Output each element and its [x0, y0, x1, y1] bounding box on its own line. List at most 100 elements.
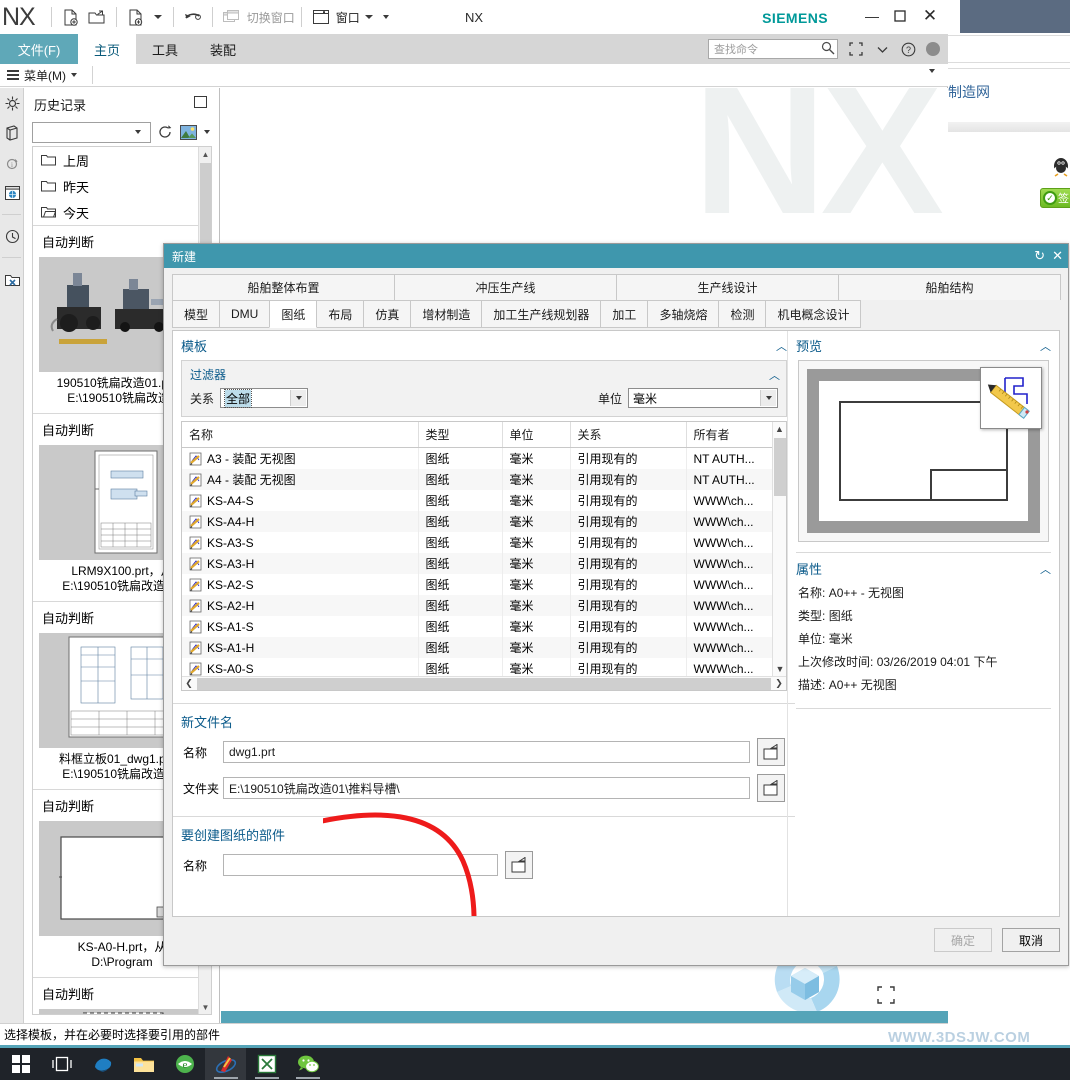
close-icon[interactable]: ✕ [1052, 248, 1063, 264]
tab-inspection[interactable]: 检测 [718, 300, 767, 328]
tab-production-line-design[interactable]: 生产线设计 [616, 274, 839, 300]
scroll-thumb[interactable] [200, 163, 211, 248]
part-navigator-icon[interactable] [0, 118, 24, 148]
col-unit[interactable]: 单位 [502, 422, 571, 448]
tab-stamping-line[interactable]: 冲压生产线 [394, 274, 617, 300]
chevron-down-icon[interactable] [290, 390, 307, 406]
ribbon-collapse-icon[interactable] [929, 69, 935, 73]
history-folder-yesterday[interactable]: 昨天 [33, 173, 211, 199]
new-file-icon[interactable] [59, 5, 83, 29]
edge-browser-icon[interactable] [82, 1048, 123, 1080]
table-row[interactable]: KS-A0-S 图纸 毫米 引用现有的 WWW\ch... [182, 658, 772, 676]
thumbnail-view-icon[interactable] [178, 121, 199, 143]
table-row[interactable]: KS-A4-S 图纸 毫米 引用现有的 WWW\ch... [182, 490, 772, 511]
scroll-down-icon[interactable]: ▼ [199, 1000, 211, 1014]
ok-button[interactable]: 确定 [934, 928, 992, 952]
close-button[interactable]: ✕ [916, 4, 944, 28]
col-relation[interactable]: 关系 [570, 422, 687, 448]
tab-ship-layout[interactable]: 船舶整体布置 [172, 274, 395, 300]
tab-mechatronics-concept-designer[interactable]: 机电概念设计 [765, 300, 862, 328]
table-row[interactable]: KS-A3-S 图纸 毫米 引用现有的 WWW\ch... [182, 532, 772, 553]
history-folder-today[interactable]: 今天 [33, 199, 211, 225]
part-to-create-header[interactable]: 要创建图纸的部件 [173, 817, 795, 847]
chevron-up-icon[interactable]: ︿ [1040, 338, 1051, 354]
file-explorer-icon[interactable] [123, 1048, 164, 1080]
menu-label[interactable]: 菜单(M) [24, 67, 66, 84]
hamburger-menu-icon[interactable] [7, 68, 19, 83]
task-view-icon[interactable] [41, 1048, 82, 1080]
tab-drawing[interactable]: 图纸 [269, 300, 318, 328]
browse-folder-icon[interactable] [757, 774, 785, 802]
tab-home[interactable]: 主页 [78, 34, 137, 64]
properties-section-header[interactable]: 属性 ︿ [788, 553, 1059, 581]
search-input[interactable]: 查找命令 [708, 39, 838, 59]
scroll-thumb-horizontal[interactable] [197, 677, 771, 690]
scroll-up-icon[interactable]: ▲ [773, 422, 786, 436]
tab-line-designer[interactable]: 加工生产线规划器 [481, 300, 602, 328]
scroll-right-icon[interactable]: ❯ [772, 677, 786, 691]
chevron-down-icon[interactable] [760, 390, 776, 406]
file-name-input[interactable]: dwg1.prt [223, 741, 750, 763]
scroll-down-icon[interactable]: ▼ [773, 662, 787, 676]
filter-header[interactable]: 过滤器 ︿ [182, 363, 786, 385]
tab-layout[interactable]: 布局 [316, 300, 365, 328]
relation-select[interactable]: 全部 [220, 388, 309, 408]
tab-dmu[interactable]: DMU [219, 300, 271, 328]
table-row[interactable]: KS-A2-S 图纸 毫米 引用现有的 WWW\ch... [182, 574, 772, 595]
template-section-header[interactable]: 模板 ︿ [173, 331, 795, 358]
quick-access-overflow-icon[interactable] [382, 15, 389, 19]
scroll-up-icon[interactable]: ▲ [199, 147, 211, 161]
scroll-left-icon[interactable]: ❮ [182, 677, 196, 691]
menu-dropdown-icon[interactable] [71, 73, 77, 77]
windows-start-icon[interactable] [0, 1048, 41, 1080]
new-file-name-header[interactable]: 新文件名 [173, 704, 795, 734]
table-row[interactable]: KS-A1-H 图纸 毫米 引用现有的 WWW\ch... [182, 637, 772, 658]
tab-additive-manufacturing[interactable]: 增材制造 [410, 300, 483, 328]
table-row[interactable]: KS-A2-H 图纸 毫米 引用现有的 WWW\ch... [182, 595, 772, 616]
tab-model[interactable]: 模型 [172, 300, 221, 328]
history-filter-combo[interactable] [32, 121, 152, 143]
nx-app-icon[interactable] [205, 1048, 246, 1080]
col-type[interactable]: 类型 [418, 422, 503, 448]
role-tools-icon[interactable] [0, 264, 24, 294]
account-avatar-icon[interactable] [926, 42, 940, 56]
tab-tools[interactable]: 工具 [136, 34, 194, 64]
part-name-input[interactable] [223, 854, 498, 876]
window-dropdown-icon[interactable] [364, 15, 373, 19]
chevron-up-icon[interactable]: ︿ [776, 338, 787, 354]
web-browser-icon[interactable] [0, 178, 24, 208]
chevron-up-icon[interactable]: ︿ [1040, 561, 1051, 577]
unit-select[interactable]: 毫米 [628, 388, 778, 408]
tab-machining[interactable]: 加工 [600, 300, 649, 328]
table-vertical-scrollbar[interactable]: ▲ ▼ [772, 422, 786, 676]
fullscreen-icon[interactable] [844, 37, 868, 61]
help-icon[interactable]: ? [896, 37, 920, 61]
history-item[interactable]: 自动判断 [33, 977, 211, 1014]
save-dropdown-icon[interactable] [153, 15, 162, 19]
wechat-app-icon[interactable] [287, 1048, 328, 1080]
scroll-thumb[interactable] [774, 438, 786, 496]
cancel-button[interactable]: 取消 [1002, 928, 1060, 952]
thumbnail-dropdown-icon[interactable] [204, 130, 211, 134]
table-row[interactable]: A4 - 装配 无视图 图纸 毫米 引用现有的 NT AUTH... [182, 469, 772, 490]
assembly-navigator-icon[interactable] [0, 88, 24, 118]
window-icon[interactable] [309, 5, 333, 29]
table-horizontal-scrollbar[interactable]: ❮ ❯ [182, 676, 786, 690]
refresh-icon[interactable] [154, 121, 175, 143]
table-row[interactable]: KS-A1-S 图纸 毫米 引用现有的 WWW\ch... [182, 616, 772, 637]
search-icon[interactable] [821, 41, 835, 58]
save-file-icon[interactable] [124, 5, 148, 29]
col-name[interactable]: 名称 [182, 422, 419, 448]
preview-section-header[interactable]: 预览 ︿ [788, 331, 1059, 358]
template-table[interactable]: 名称 类型 单位 关系 所有者 A3 - 装配 无视图 图纸 毫米 引用现有的 NT A… [181, 421, 787, 691]
browse-folder-icon[interactable] [757, 738, 785, 766]
undo-icon[interactable] [181, 5, 205, 29]
history-folder-last-week[interactable]: 上周 [33, 147, 211, 173]
chevron-down-icon[interactable] [870, 37, 894, 61]
qq-penguin-icon[interactable] [1052, 157, 1070, 177]
table-row[interactable]: KS-A4-H 图纸 毫米 引用现有的 WWW\ch... [182, 511, 772, 532]
maximize-button[interactable] [886, 4, 914, 28]
table-row[interactable]: KS-A3-H 图纸 毫米 引用现有的 WWW\ch... [182, 553, 772, 574]
table-row[interactable]: A3 - 装配 无视图 图纸 毫米 引用现有的 NT AUTH... [182, 447, 772, 469]
history-clock-icon[interactable] [0, 221, 24, 251]
